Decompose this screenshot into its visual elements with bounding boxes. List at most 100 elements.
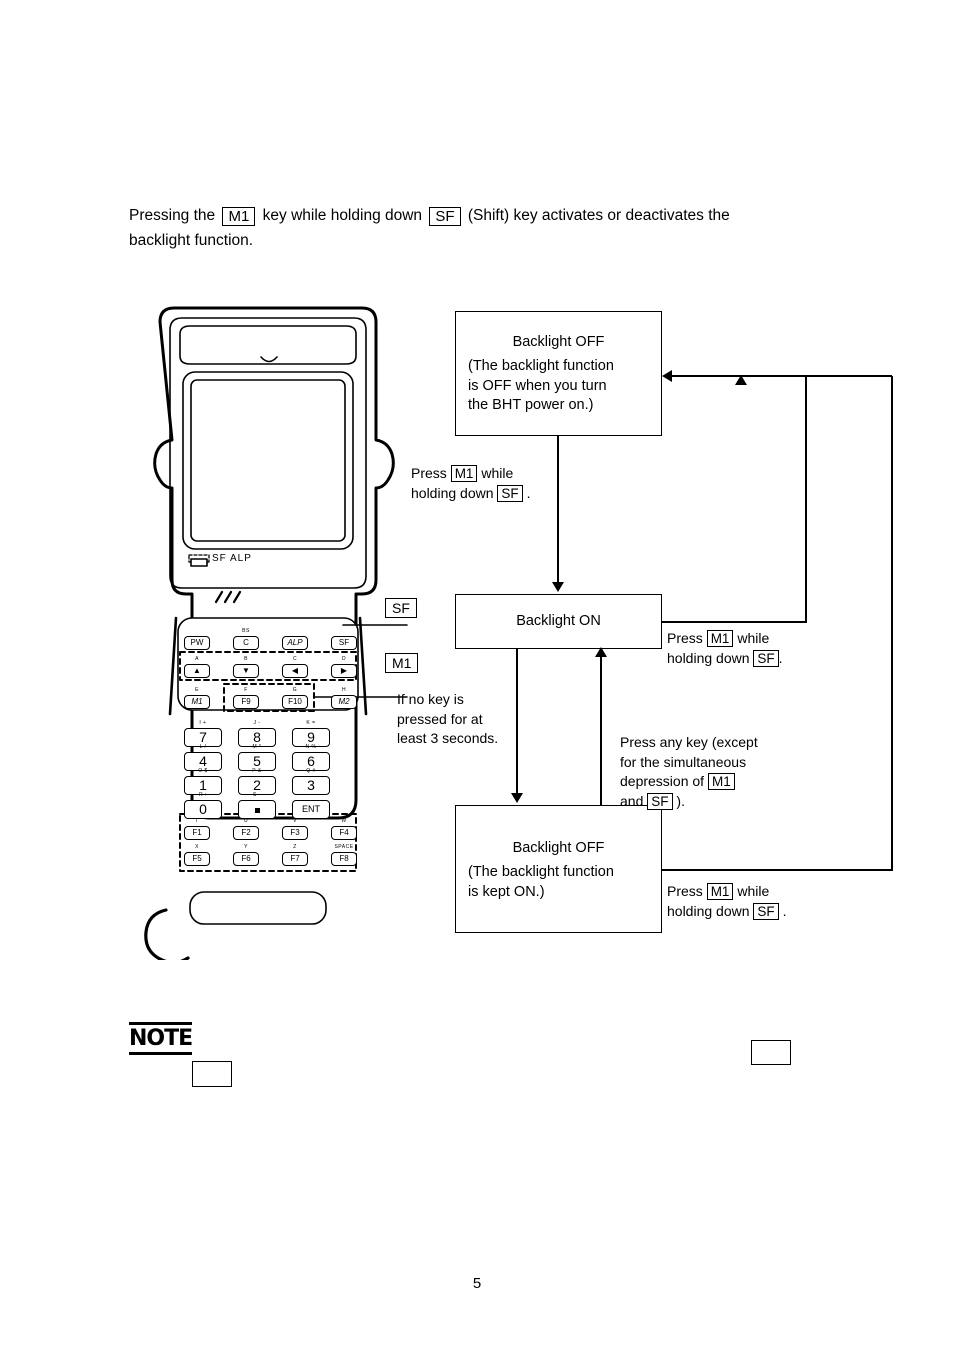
flow-box-3-line-2: is kept ON.) xyxy=(468,883,545,900)
key-sublabel: V xyxy=(293,818,297,824)
key-f7[interactable]: F7 xyxy=(282,852,308,866)
key-sublabel: I + xyxy=(199,720,207,726)
intro-line-1: Pressing the M1 key while holding down S… xyxy=(129,203,839,228)
label-bot-period: . xyxy=(782,902,787,919)
key--[interactable] xyxy=(238,800,276,819)
key-alp[interactable]: ALP xyxy=(282,636,308,650)
key-sf[interactable]: SF xyxy=(331,636,357,650)
key-sublabel: Q # xyxy=(306,768,316,774)
connector-box3-to-box1-top xyxy=(740,375,892,377)
key-ent[interactable]: ENT xyxy=(292,800,330,819)
key-sublabel: G xyxy=(292,687,298,693)
label-mid-period: . xyxy=(778,649,783,666)
label-top-period: . xyxy=(526,484,531,501)
callout-keycap-sf: SF xyxy=(385,598,417,618)
connector-box3-right-segment xyxy=(662,869,893,871)
flow-box-backlight-on: Backlight ON xyxy=(455,594,662,649)
key-up-arrow-icon[interactable]: ▲ xyxy=(184,664,210,678)
key-f2[interactable]: F2 xyxy=(233,826,259,840)
key-sublabel: N % xyxy=(305,744,317,750)
label-press-m1-sf-bottom: Press M1 while holding down SF . xyxy=(667,882,786,921)
note-placeholder-box-right xyxy=(751,1040,791,1065)
note-heading: NOTE xyxy=(129,1022,193,1055)
key-sublabel: F xyxy=(244,687,248,693)
callout-keycap-m1: M1 xyxy=(385,653,419,673)
keypad-row-function[interactable]: PW BS C ALP SF xyxy=(184,628,357,650)
key-down-arrow-icon[interactable]: ▼ xyxy=(233,664,259,678)
label-bot-while: while xyxy=(737,883,770,899)
label-anykey-line-3: depression of xyxy=(620,773,705,789)
key-0[interactable]: 0 xyxy=(184,800,222,819)
hand-strap xyxy=(144,908,190,960)
status-indicator-sf: SF xyxy=(212,553,227,564)
intro-paragraph: Pressing the M1 key while holding down S… xyxy=(129,203,839,253)
key-sublabel: H xyxy=(341,687,347,693)
label-bot-key-sf: SF xyxy=(753,902,779,920)
key-f9[interactable]: F9 xyxy=(233,695,259,709)
keypad-row-arrows[interactable]: A ▲ B ▼ C ◀ D ▶ xyxy=(184,656,357,678)
arrow-down-box2-box3 xyxy=(511,793,523,803)
intro-text-b: key while holding down xyxy=(262,207,423,224)
label-anykey-key-sf: SF xyxy=(647,792,673,810)
label-top-while: while xyxy=(481,465,514,481)
flow-box-2-title: Backlight ON xyxy=(516,613,601,629)
lcd-screen xyxy=(190,379,346,542)
key-pw[interactable]: PW xyxy=(184,636,210,650)
flow-box-3-line-1: (The backlight function xyxy=(468,864,614,880)
label-anykey-line-2: for the simultaneous xyxy=(620,753,747,770)
key-f10[interactable]: F10 xyxy=(282,695,308,709)
flow-box-3-title: Backlight OFF xyxy=(512,840,605,856)
keypad-row-f1-f4[interactable]: T F1 U F2 V F3 W F4 xyxy=(184,818,357,844)
key-f5[interactable]: F5 xyxy=(184,852,210,866)
label-press-m1-sf-top: Press M1 while holding down SF . xyxy=(411,464,530,503)
intro-line-2: backlight function. xyxy=(129,232,254,249)
label-mid-press: Press xyxy=(667,630,703,646)
key-3[interactable]: 3 xyxy=(292,776,330,795)
flow-box-backlight-off-kept: Backlight OFF (The backlight function is… xyxy=(455,805,662,933)
key-sublabel: O $ xyxy=(198,768,208,774)
keypad-numeric[interactable]: I +7 J -8K = 9 L /4 M * 5 N % 6 O $1 P & 2 Q #3 R :0… xyxy=(184,720,356,819)
label-press-m1-sf-middle: Press M1 while holding down SF. xyxy=(667,629,783,668)
key-sublabel: T xyxy=(195,818,199,824)
key-f8[interactable]: F8 xyxy=(331,852,357,866)
key-m1-inline: M1 xyxy=(222,207,256,226)
key-sublabel: C xyxy=(292,656,298,662)
key-sublabel: E xyxy=(195,687,199,693)
key-left-arrow-icon[interactable]: ◀ xyxy=(282,664,308,678)
arrow-up-merge xyxy=(735,375,747,385)
label-mid-holding: holding down xyxy=(667,649,750,666)
connector-box2-right-segment xyxy=(662,621,807,623)
bht-device-illustration: SF ALP PW BS C ALP SF A ▲ B ▼ C ◀ D ▶ E M1 F F9 G F10 H M2… xyxy=(128,300,428,960)
key-sublabel: S - xyxy=(253,792,261,798)
key-f6[interactable]: F6 xyxy=(233,852,259,866)
key-m1[interactable]: M1 xyxy=(184,695,210,709)
keypad-row-m-f[interactable]: E M1 F F9 G F10 H M2 xyxy=(184,687,357,709)
key-m2[interactable]: M2 xyxy=(331,695,357,709)
key-sf-inline: SF xyxy=(429,207,461,226)
key-sublabel: R : xyxy=(199,792,207,798)
key-f3[interactable]: F3 xyxy=(282,826,308,840)
label-bot-holding: holding down xyxy=(667,902,750,919)
label-anykey-key-m1: M1 xyxy=(707,773,735,790)
note-placeholder-box-left xyxy=(192,1061,232,1087)
keypad-row-f5-f8[interactable]: X F5 Y F6 Z F7 SPACE F8 xyxy=(184,844,357,870)
connector-box2-to-box3 xyxy=(516,649,518,795)
status-indicator-alp: ALP xyxy=(230,553,252,564)
key-right-arrow-icon[interactable]: ▶ xyxy=(331,664,357,678)
page-number: 5 xyxy=(472,1275,482,1292)
label-top-key-sf: SF xyxy=(497,484,523,502)
key-c[interactable]: C xyxy=(233,636,259,650)
key-sublabel: L / xyxy=(199,744,207,750)
arrow-up-box3-box2 xyxy=(595,647,607,657)
label-anykey-line-4: and xyxy=(620,792,644,809)
key-sublabel: BS xyxy=(242,628,250,634)
key-f4[interactable]: F4 xyxy=(331,826,357,840)
arrow-down-box1-box2 xyxy=(552,582,564,592)
key-sublabel: P & xyxy=(252,768,262,774)
key-sublabel: M * xyxy=(252,744,262,750)
key-sublabel: X xyxy=(195,844,199,850)
connector-box1-to-box2 xyxy=(557,436,559,584)
key-sublabel: W xyxy=(341,818,347,824)
flow-box-1-line-3: the BHT power on.) xyxy=(468,397,594,413)
key-f1[interactable]: F1 xyxy=(184,826,210,840)
